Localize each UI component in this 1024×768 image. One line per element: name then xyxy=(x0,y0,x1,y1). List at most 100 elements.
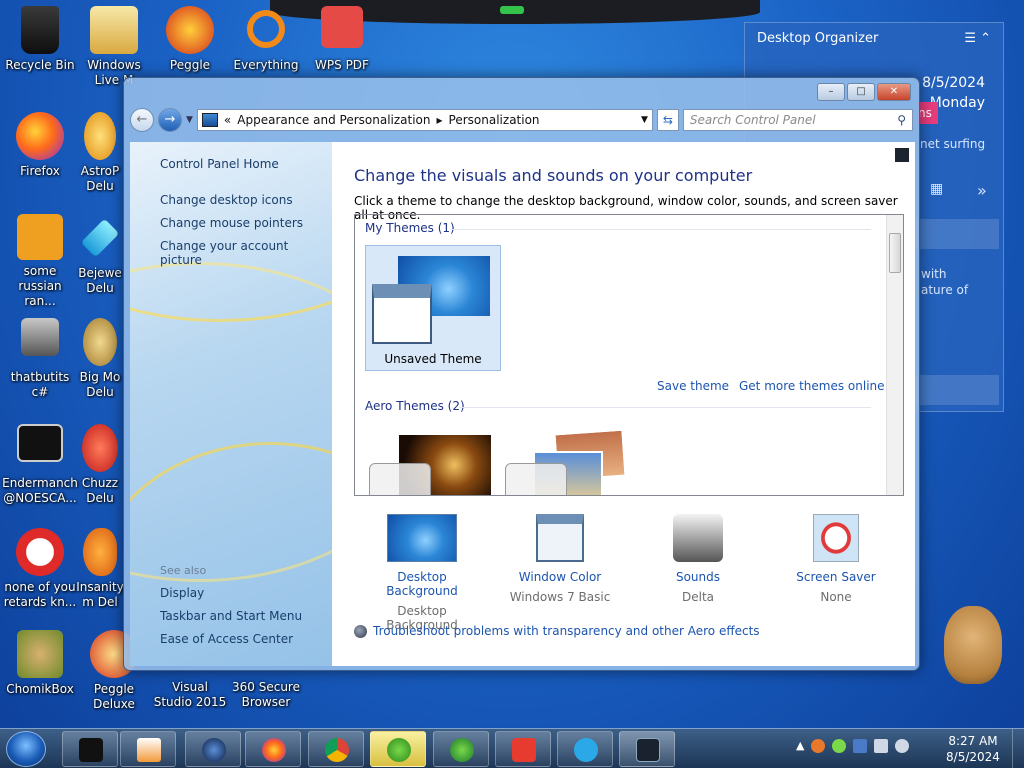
organizer-pink-badge: ns xyxy=(918,102,938,124)
taskbar-app-control-panel[interactable] xyxy=(619,731,675,767)
display-link[interactable]: Display xyxy=(160,586,204,600)
refresh-icon[interactable]: ⇆ xyxy=(656,109,679,131)
sounds-option[interactable]: Sounds Delta xyxy=(638,514,758,604)
address-dropdown-icon[interactable]: ▼ xyxy=(641,115,648,125)
tray-network-icon[interactable] xyxy=(874,739,888,753)
taskbar-clock[interactable]: 8:27 AM 8/5/2024 xyxy=(944,733,1002,765)
taskbar-app-360[interactable] xyxy=(370,731,426,767)
taskbar-app-chrome[interactable] xyxy=(308,731,364,767)
desktop-icon-windows-live[interactable]: Windows Live M xyxy=(76,6,152,88)
my-themes-heading: My Themes (1) xyxy=(365,221,455,235)
breadcrumb-personalization[interactable]: Personalization xyxy=(449,113,540,127)
desktop-background-icon xyxy=(387,514,457,562)
change-desktop-icons-link[interactable]: Change desktop icons xyxy=(160,193,293,207)
internet-explorer-icon xyxy=(450,738,474,762)
control-panel-icon xyxy=(201,113,218,127)
tray-shield-icon[interactable] xyxy=(853,739,867,753)
minimize-button[interactable]: – xyxy=(817,83,845,101)
desktop-icon-visual-studio[interactable]: Visual Studio 2015 xyxy=(152,680,228,710)
address-bar[interactable]: « Appearance and Personalization ▸ Perso… xyxy=(196,109,653,131)
desktop-icon-big-money[interactable]: Big Mo Delu xyxy=(72,318,128,400)
aero-troubleshoot-icon xyxy=(354,624,367,638)
tray-volume-icon[interactable] xyxy=(895,739,909,753)
scrollbar-thumb[interactable] xyxy=(889,233,901,273)
media-player-icon xyxy=(137,738,161,762)
change-mouse-pointers-link[interactable]: Change mouse pointers xyxy=(160,216,303,230)
organizer-text-2: with xyxy=(921,267,947,281)
breadcrumb-arrow-icon[interactable]: ▸ xyxy=(437,113,443,127)
magnifier-icon xyxy=(247,10,285,48)
desktop-icon-insaniquarium[interactable]: Insanity m Del xyxy=(72,528,128,610)
organizer-title: Desktop Organizer xyxy=(757,31,879,46)
close-button[interactable]: ✕ xyxy=(877,83,911,101)
taskbar-app-firefox[interactable] xyxy=(245,731,301,767)
get-more-themes-link[interactable]: Get more themes online xyxy=(739,379,885,393)
orb-icon xyxy=(202,738,226,762)
taskbar-app-ie[interactable] xyxy=(433,731,489,767)
firefox-icon xyxy=(262,738,286,762)
start-button[interactable] xyxy=(6,731,46,767)
recycle-bin-icon xyxy=(21,6,59,54)
star-icon xyxy=(84,112,116,160)
show-desktop-button[interactable] xyxy=(1012,729,1024,768)
organizer-forward-icon[interactable]: » xyxy=(977,181,987,200)
breadcrumb-appearance[interactable]: Appearance and Personalization xyxy=(237,113,430,127)
desktop-icon-firefox[interactable]: Firefox xyxy=(2,112,78,179)
back-button[interactable]: ← xyxy=(130,108,154,132)
history-dropdown-icon[interactable]: ▼ xyxy=(186,115,193,125)
taskbar: ▲ 8:27 AM 8/5/2024 xyxy=(0,728,1024,768)
red-dragon-icon xyxy=(16,528,64,576)
desktop-icon-wps-pdf[interactable]: WPS PDF xyxy=(304,6,380,73)
tray-expand-icon[interactable]: ▲ xyxy=(796,739,804,753)
screen-saver-option[interactable]: Screen Saver None xyxy=(776,514,896,604)
taskbar-app-generic[interactable] xyxy=(62,731,118,767)
save-theme-link[interactable]: Save theme xyxy=(657,379,729,393)
desktop-icon-none-of-you[interactable]: none of you retards kn... xyxy=(2,528,78,610)
mail-icon xyxy=(90,6,138,54)
desktop-icon-some-russian[interactable]: some russian ran... xyxy=(2,214,78,309)
help-icon[interactable] xyxy=(895,148,909,162)
tray-app-icon[interactable] xyxy=(811,739,825,753)
desktop-icon-thatbutits[interactable]: thatbutits c# xyxy=(2,318,78,400)
taskbar-app-media[interactable] xyxy=(120,731,176,767)
control-panel-home-link[interactable]: Control Panel Home xyxy=(160,157,279,171)
desktop-icon-endermanch[interactable]: Endermanch @NOESCA... xyxy=(2,424,78,506)
aero-themes-heading: Aero Themes (2) xyxy=(365,399,465,413)
taskbar-start-menu-link[interactable]: Taskbar and Start Menu xyxy=(160,609,302,623)
de-icon xyxy=(17,214,63,260)
hamster-desktop-pet[interactable] xyxy=(944,606,1002,684)
windows-stack-icon xyxy=(21,318,59,356)
desktop-icon-recycle-bin[interactable]: Recycle Bin xyxy=(2,6,78,73)
troubleshoot-link[interactable]: Troubleshoot problems with transparency … xyxy=(354,624,760,638)
desktop-icon-astropop[interactable]: AstroP Delu xyxy=(72,112,128,194)
desktop-icon-bejeweled[interactable]: Bejewe Delu xyxy=(72,214,128,296)
maximize-button[interactable]: □ xyxy=(847,83,875,101)
desktop-background-option[interactable]: Desktop Background Desktop Background xyxy=(362,514,482,632)
themes-scrollbar[interactable] xyxy=(886,215,903,495)
plus-icon xyxy=(387,738,411,762)
desktop-icon-chuzzle[interactable]: Chuzz Delu xyxy=(72,424,128,506)
search-icon[interactable]: ⚲ xyxy=(897,113,906,127)
desktop-icon-chomikbox[interactable]: ChomikBox xyxy=(2,630,78,697)
desktop-icon-everything[interactable]: Everything xyxy=(228,6,304,73)
firefox-icon xyxy=(16,112,64,160)
gem-icon xyxy=(80,218,120,258)
aero-window-preview xyxy=(505,463,567,495)
organizer-menu-icon[interactable]: ☰ ⌃ xyxy=(964,31,991,46)
ease-of-access-link[interactable]: Ease of Access Center xyxy=(160,632,293,646)
desktop-icon-360-browser[interactable]: 360 Secure Browser xyxy=(228,680,304,710)
theme-window-preview xyxy=(372,284,432,344)
tray-plus-icon[interactable] xyxy=(832,739,846,753)
taskbar-app-wps[interactable] xyxy=(495,731,551,767)
search-input[interactable]: Search Control Panel ⚲ xyxy=(682,109,913,131)
forward-button[interactable]: → xyxy=(158,108,182,132)
change-account-picture-link[interactable]: Change your account picture xyxy=(160,239,332,267)
desktop-icon-peggle[interactable]: Peggle xyxy=(152,6,228,73)
unsaved-theme-tile[interactable]: Unsaved Theme xyxy=(365,245,501,371)
chomikbox-icon xyxy=(17,630,63,678)
sounds-icon xyxy=(673,514,723,562)
taskbar-app-skype[interactable] xyxy=(557,731,613,767)
window-color-option[interactable]: Window Color Windows 7 Basic xyxy=(500,514,620,604)
taskbar-app-orb[interactable] xyxy=(185,731,241,767)
calculator-icon[interactable]: ▦ xyxy=(930,181,943,197)
